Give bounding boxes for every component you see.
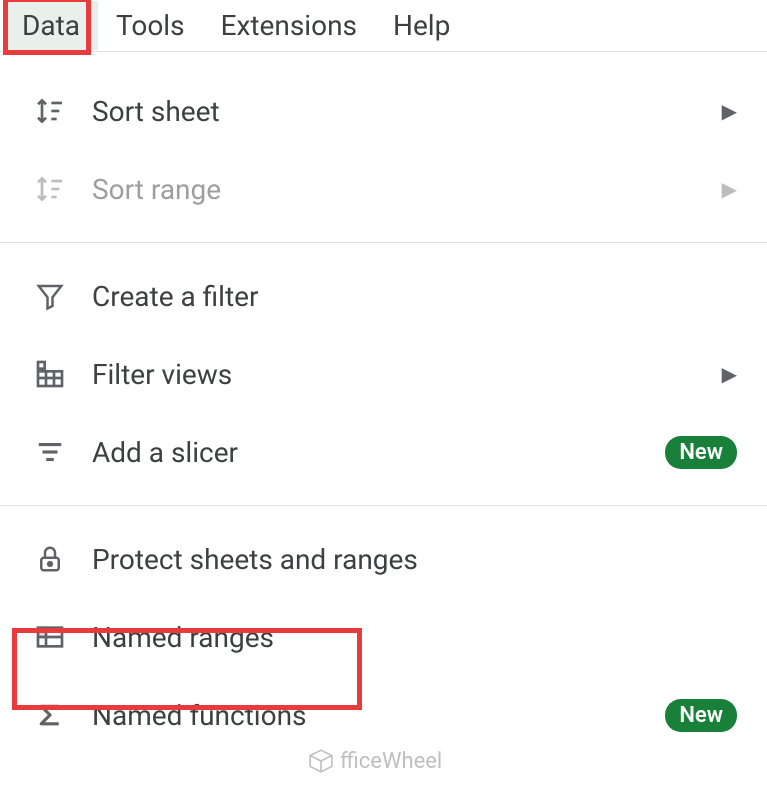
- new-badge: New: [665, 436, 737, 469]
- menu-item-named-functions[interactable]: Named functions New: [0, 676, 767, 754]
- menu-label: Sort range: [92, 173, 722, 206]
- menubar-item-help[interactable]: Help: [375, 1, 468, 50]
- new-badge: New: [665, 699, 737, 732]
- menu-item-sort-range: Sort range ▶: [0, 150, 767, 228]
- menu-label: Filter views: [92, 358, 722, 391]
- filter-views-icon: [30, 354, 70, 394]
- divider: [0, 242, 767, 243]
- menubar-item-tools[interactable]: Tools: [98, 1, 203, 50]
- dropdown-menu: Sort sheet ▶ Sort range ▶ Create a filte…: [0, 52, 767, 754]
- sort-range-icon: [30, 169, 70, 209]
- menu-label: Protect sheets and ranges: [92, 543, 737, 576]
- menu-item-add-slicer[interactable]: Add a slicer New: [0, 413, 767, 491]
- menubar-item-data[interactable]: Data: [4, 1, 98, 50]
- divider: [0, 505, 767, 506]
- menu-label: Named ranges: [92, 621, 737, 654]
- submenu-arrow-icon: ▶: [722, 362, 737, 386]
- sort-sheet-icon: [30, 91, 70, 131]
- sigma-icon: [30, 695, 70, 735]
- menu-item-create-filter[interactable]: Create a filter: [0, 257, 767, 335]
- menubar-item-extensions[interactable]: Extensions: [203, 1, 375, 50]
- lock-icon: [30, 539, 70, 579]
- submenu-arrow-icon: ▶: [722, 99, 737, 123]
- menu-item-filter-views[interactable]: Filter views ▶: [0, 335, 767, 413]
- menu-label: Create a filter: [92, 280, 737, 313]
- menubar: Data Tools Extensions Help: [0, 0, 767, 52]
- menu-item-named-ranges[interactable]: Named ranges: [0, 598, 767, 676]
- named-ranges-icon: [30, 617, 70, 657]
- menu-item-sort-sheet[interactable]: Sort sheet ▶: [0, 72, 767, 150]
- slicer-icon: [30, 432, 70, 472]
- menu-label: Add a slicer: [92, 436, 665, 469]
- menu-label: Sort sheet: [92, 95, 722, 128]
- menu-label: Named functions: [92, 699, 665, 732]
- submenu-arrow-icon: ▶: [722, 177, 737, 201]
- filter-icon: [30, 276, 70, 316]
- menu-item-protect-sheets[interactable]: Protect sheets and ranges: [0, 520, 767, 598]
